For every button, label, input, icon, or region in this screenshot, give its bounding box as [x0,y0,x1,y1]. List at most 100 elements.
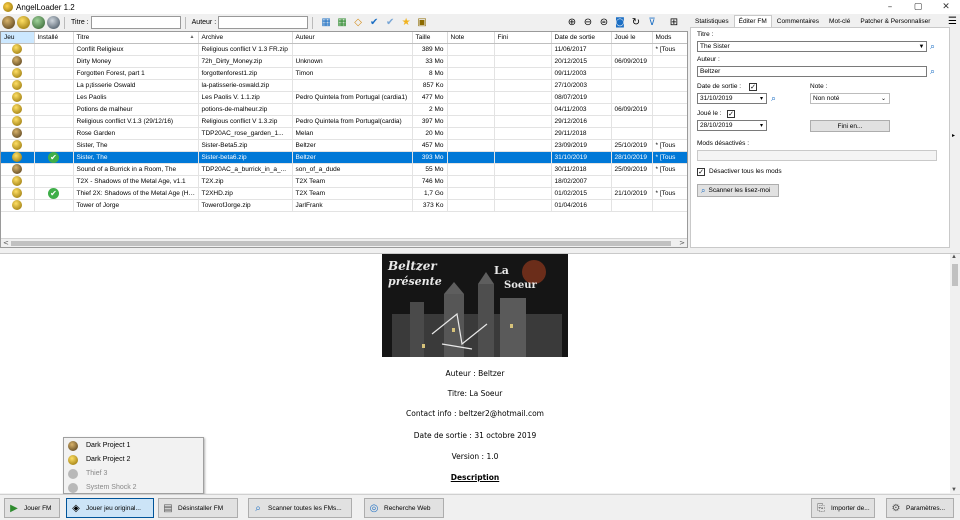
close-button[interactable]: ✕ [932,0,960,14]
cell-mods [652,79,687,92]
toolbar-divider [312,16,314,29]
uninstall-fm-button[interactable]: ▤ Désinstaller FM [158,498,238,518]
finished-filter-icon[interactable]: ✔ [367,16,381,30]
scroll-down-icon[interactable]: ▼ [951,487,957,493]
table-row[interactable]: Forgotten Forest, part 1 forgottenforest1… [1,67,687,80]
title-filter-input[interactable] [90,16,181,29]
play-fm-button[interactable]: ▶ Jouer FM [4,498,60,518]
column-header[interactable]: Archive [198,32,293,44]
column-header[interactable]: Titre ▲ [73,32,199,44]
import-from-button[interactable]: ⎘ Importer de... [811,498,875,518]
zoom-out-icon[interactable]: ⊖ [581,16,595,30]
cell-title: Forgotten Forest, part 1 [73,67,199,80]
refresh-list-icon[interactable]: ◙ [613,16,627,30]
table-row[interactable]: Dirty Money 72h_Dirty_Money.zip Unknown 33 … [1,55,687,68]
unfinished-filter-icon[interactable]: ✔ [383,16,397,30]
column-header[interactable]: Joué le [611,32,653,44]
table-row[interactable]: Sister, The Sister-Beta5.zip Beltzer 457 Mo… [1,139,687,152]
readme-scrollbar-thumb[interactable] [952,264,958,286]
web-search-button[interactable]: ◎ Recherche Web [364,498,444,518]
column-header[interactable]: Fini [494,32,552,44]
last-played-filter-icon[interactable]: ▦ [335,16,349,30]
last-played-checkbox[interactable]: ✓ [727,110,735,118]
column-header[interactable]: Auteur [292,32,413,44]
cell-finished [494,199,552,212]
scan-all-fms-button[interactable]: ⌕ Scanner toutes les FMs... [248,498,352,518]
author-filter-input[interactable] [218,16,309,29]
toolbar-divider [64,16,65,29]
table-row[interactable]: Religious conflict V.1.3 (29/12/16) Relig… [1,115,687,128]
scan-readmes-button[interactable]: ⌕ Scanner les lisez-moi [697,184,779,197]
panel-menu-icon[interactable]: ☰ [948,16,957,27]
rating-dropdown-icon[interactable]: ⌄ [879,93,888,104]
tab-1[interactable]: Éditer FM [733,15,772,27]
tab-0[interactable]: Statistiques [690,15,734,27]
table-row[interactable]: Les Paolis Les Paolis V. 1.1.zip Pedro Qui… [1,91,687,104]
readme-vertical-scrollbar[interactable]: ▲ ▼ [950,254,960,493]
reload-icon[interactable]: ↻ [629,16,643,30]
scroll-left-icon[interactable]: < [1,239,11,247]
release-date-calendar-icon[interactable]: ▾ [757,93,766,104]
filter-thief3-icon[interactable] [32,16,45,29]
tab-2[interactable]: Commentaires [772,15,824,27]
rating-filter-icon[interactable]: ★ [399,16,413,30]
banner-title-soeur-text: Soeur [504,280,538,291]
filter-thief1-icon[interactable] [2,16,15,29]
author-search-icon[interactable]: ⌕ [930,67,940,77]
zoom-in-icon[interactable]: ⊕ [565,16,579,30]
clear-filters-icon[interactable]: ⊽ [645,16,659,30]
table-row[interactable]: ✔ Thief 2X: Shadows of the Metal Age (HD … [1,187,687,200]
scroll-right-icon[interactable]: > [677,239,687,247]
column-header[interactable]: Jeu [1,32,35,44]
settings-button[interactable]: ⚙ Paramètres... [886,498,954,518]
author-field[interactable]: Beltzer [697,66,927,77]
table-row[interactable]: Conflit Religieux Religious conflict V 1.… [1,43,687,56]
tab-4[interactable]: Patcher & Personnaliser [855,15,935,27]
last-played-calendar-icon[interactable]: ▾ [757,120,766,131]
release-date-search-icon[interactable]: ⌕ [771,94,781,104]
scroll-up-icon[interactable]: ▲ [951,254,957,260]
tab-3[interactable]: Mot-clé [824,15,855,27]
disabled-mods-field[interactable] [697,150,937,161]
release-date-checkbox[interactable]: ✓ [749,83,757,91]
finished-on-button[interactable]: Fini en... [810,120,890,132]
show-junk-filter-icon[interactable]: ▣ [415,16,429,30]
table-row[interactable]: Sound of a Burrick in a Room, The TDP20AC… [1,163,687,176]
play-original-game-button[interactable]: ◈ Jouer jeu original... [66,498,154,518]
horizontal-scrollbar[interactable]: < > [1,238,687,247]
column-header[interactable]: Mods [652,32,687,44]
collapse-panel-icon[interactable]: ▸ [952,132,955,139]
title-field[interactable]: The Sister [697,41,927,52]
scrollbar-thumb[interactable] [11,241,671,246]
menu-item[interactable]: Dark Project 2 [64,453,203,466]
installed-cell: ✔ [34,151,74,164]
release-date-filter-icon[interactable]: ▦ [319,16,333,30]
rating-select[interactable]: Non noté [810,93,890,104]
tags-filter-icon[interactable]: ◇ [351,16,365,30]
title-search-icon[interactable]: ⌕ [930,42,940,52]
installed-cell [34,139,74,152]
menu-item[interactable]: Thief 3 [64,467,203,480]
cell-size: 389 Mo [412,43,448,56]
table-row[interactable]: ✔ Sister, The Sister-beta6.zip Beltzer 393 M… [1,151,687,164]
table-row[interactable]: La p¡tisserie Oswald la-patisserie-oswald… [1,79,687,92]
column-header[interactable]: Taille [412,32,448,44]
filter-ss2-icon[interactable] [47,16,60,29]
maximize-button[interactable]: ▢ [904,0,932,14]
table-row[interactable]: Potions de malheur potions-de-malheur.zip… [1,103,687,116]
minimize-button[interactable]: – [876,0,904,14]
zoom-reset-icon[interactable]: ⊜ [597,16,611,30]
table-row[interactable]: T2X - Shadows of the Metal Age, v1.1 T2X.… [1,175,687,188]
menu-item[interactable]: System Shock 2 [64,481,203,494]
column-header[interactable]: Date de sortie [551,32,612,44]
table-row[interactable]: Tower of Jorge TowerofJorge.zip JarlFrank 3… [1,199,687,212]
layout-toggle-icon[interactable]: ⊞ [667,16,681,30]
column-header[interactable]: Note [447,32,495,44]
disable-all-mods-checkbox[interactable]: ✓ [697,168,705,176]
installed-cell [34,199,74,212]
table-row[interactable]: Rose Garden TDP20AC_rose_garden_1... Melan… [1,127,687,140]
title-dropdown-icon[interactable]: ▼ [917,41,926,52]
column-header[interactable]: Installé [34,32,74,44]
menu-item[interactable]: Dark Project 1 [64,439,203,452]
filter-thief2-icon[interactable] [17,16,30,29]
